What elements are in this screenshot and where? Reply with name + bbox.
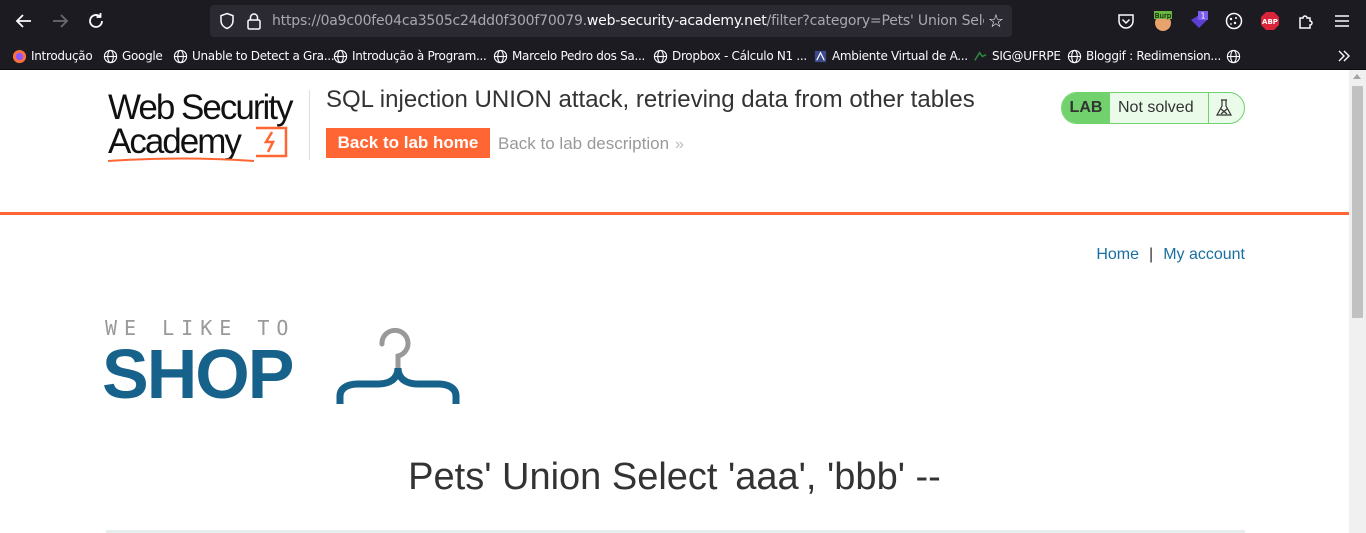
- bookmark-label: Unable to Detect a Gra...: [192, 49, 335, 63]
- bookmarks-bar: Introdução Google Unable to Detect a Gra…: [0, 42, 1366, 70]
- lab-status-separator: [1208, 93, 1209, 123]
- nav-home-link[interactable]: Home: [1096, 246, 1139, 264]
- bookmark-label: SIG@UFRPE: [992, 49, 1061, 63]
- pocket-icon[interactable]: [1115, 10, 1137, 32]
- globe-icon: [1226, 49, 1241, 63]
- sig-icon: [974, 50, 987, 61]
- bookmark-item[interactable]: Ambiente Virtual de A...: [813, 47, 968, 65]
- bookmark-label: Introdução: [31, 49, 93, 63]
- back-to-lab-description-link[interactable]: Back to lab description »: [498, 134, 684, 154]
- flask-icon: [1215, 99, 1233, 116]
- lab-title: SQL injection UNION attack, retrieving d…: [326, 86, 975, 113]
- badge-count: 1: [1200, 12, 1205, 21]
- back-description-label: Back to lab description: [498, 134, 670, 153]
- scroll-thumb[interactable]: [1352, 86, 1363, 318]
- address-bar[interactable]: https://0a9c00fe04ca3505c24dd0f300f70079…: [210, 5, 1012, 37]
- bookmark-star-icon[interactable]: ☆: [986, 11, 1006, 31]
- globe-icon: [493, 49, 508, 63]
- bookmark-item[interactable]: Unable to Detect a Gra...: [173, 47, 335, 65]
- nav-separator: |: [1149, 246, 1154, 263]
- bookmark-item[interactable]: SIG@UFRPE: [973, 47, 1061, 65]
- bookmark-item[interactable]: Dropbox - Cálculo N1 ...: [653, 47, 807, 65]
- nav-my-account-link[interactable]: My account: [1163, 246, 1245, 264]
- lock-icon[interactable]: [246, 12, 262, 30]
- logo-line-1: Web Security: [108, 88, 293, 127]
- browser-toolbar: https://0a9c00fe04ca3505c24dd0f300f70079…: [0, 0, 1366, 42]
- bookmark-label: Dropbox - Cálculo N1 ...: [672, 49, 807, 63]
- academy-mark-icon: [256, 126, 288, 158]
- category-title: Pets' Union Select 'aaa', 'bbb' --: [408, 456, 941, 498]
- bookmark-label: Bloggif : Redimension...: [1086, 49, 1221, 63]
- page-scrollbar[interactable]: [1349, 70, 1366, 533]
- bookmark-label: Marcelo Pedro dos Sa...: [512, 49, 646, 63]
- header-rule: [0, 212, 1349, 215]
- url-path: /filter?category=Pets' Union Select 'aaa…: [766, 13, 984, 29]
- forward-arrow-icon[interactable]: [48, 9, 72, 33]
- page-content: Web Security Academy SQL injection UNION…: [0, 70, 1349, 533]
- url-host: web-security-academy.net: [586, 13, 767, 29]
- globe-icon: [1067, 49, 1082, 63]
- extensions-icon[interactable]: [1295, 10, 1317, 32]
- shop-logo: WE LIKE TO SHOP: [102, 316, 464, 416]
- shield-icon[interactable]: [218, 12, 236, 30]
- header-divider: [309, 90, 310, 160]
- url-prefix: https://0a9c00fe04ca3505c24dd0f300f70079…: [272, 13, 587, 29]
- bookmark-label: Ambiente Virtual de A...: [832, 49, 968, 63]
- bookmark-item[interactable]: Introdução: [12, 47, 93, 65]
- burp-label: Burp: [1155, 12, 1172, 20]
- firefox-icon: [12, 49, 27, 63]
- lab-status-widget: LAB Not solved: [1061, 92, 1245, 124]
- bookmark-item[interactable]: Google: [103, 47, 163, 65]
- hanger-icon: [336, 327, 460, 404]
- shop-brand: SHOP: [102, 335, 294, 413]
- cookie-icon[interactable]: [1223, 10, 1245, 32]
- badge-extension-icon[interactable]: 1: [1188, 10, 1210, 32]
- double-chevron-right-icon: »: [675, 136, 684, 153]
- lab-status-text: Not solved: [1118, 99, 1194, 116]
- globe-icon: [653, 49, 668, 63]
- bookmark-item[interactable]: Marcelo Pedro dos Sa...: [493, 47, 645, 65]
- scroll-up-icon[interactable]: [1353, 74, 1361, 79]
- web-security-academy-logo[interactable]: Web Security Academy: [106, 90, 306, 162]
- back-arrow-icon[interactable]: [12, 9, 36, 33]
- top-navigation: Home | My account: [1096, 246, 1245, 264]
- adblock-icon[interactable]: ABP: [1259, 10, 1281, 32]
- bookmark-label: Introdução à Program...: [352, 49, 487, 63]
- burp-icon[interactable]: Burp: [1152, 10, 1174, 32]
- globe-icon: [333, 49, 348, 63]
- globe-icon: [103, 49, 118, 63]
- globe-icon: [173, 49, 188, 63]
- ava-icon: [814, 50, 827, 62]
- logo-line-2: Academy: [108, 122, 242, 161]
- bookmark-item[interactable]: [1226, 47, 1241, 65]
- bookmark-item[interactable]: Bloggif : Redimension...: [1067, 47, 1221, 65]
- back-to-lab-home-button[interactable]: Back to lab home: [326, 128, 490, 158]
- reload-icon[interactable]: [84, 9, 108, 33]
- bookmark-item[interactable]: Introdução à Program...: [333, 47, 487, 65]
- menu-icon[interactable]: [1331, 10, 1353, 32]
- bookmark-label: Google: [122, 49, 163, 63]
- bookmarks-overflow-icon[interactable]: [1336, 47, 1352, 65]
- lab-badge: LAB: [1062, 93, 1110, 123]
- adblock-label: ABP: [1262, 18, 1278, 26]
- logo-underline: [107, 157, 255, 162]
- url-text[interactable]: https://0a9c00fe04ca3505c24dd0f300f70079…: [272, 13, 984, 29]
